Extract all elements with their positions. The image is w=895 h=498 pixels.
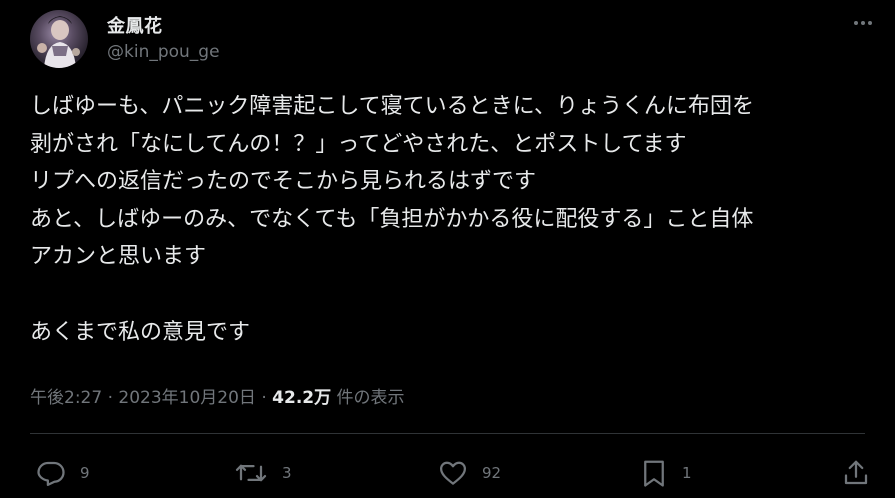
tweet-text-line: しばゆーも、パニック障害起こして寝ているときに、りょうくんに布団を bbox=[30, 94, 755, 119]
tweet-date[interactable]: 2023年10月20日 bbox=[118, 388, 256, 408]
views-count: 42.2万 bbox=[272, 388, 332, 408]
tweet-text: しばゆーも、パニック障害起こして寝ているときに、りょうくんに布団を 剥がされ「な… bbox=[30, 88, 880, 351]
tweet-text-line: 剥がされ「なにしてんの！？」ってどやされた、とポストしてます bbox=[30, 131, 687, 157]
reply-icon bbox=[37, 461, 65, 486]
avatar[interactable] bbox=[30, 10, 88, 68]
repost-icon bbox=[235, 464, 267, 482]
share-button[interactable] bbox=[842, 458, 870, 488]
tweet-text-line: アカンと思います bbox=[30, 244, 207, 270]
views-label: 件の表示 bbox=[336, 388, 405, 408]
tweet-time[interactable]: 午後2:27 bbox=[30, 388, 102, 408]
tweet-text-line: リプへの返信だったのでそこから見られるはずです bbox=[30, 169, 537, 195]
tweet-text-line: あと、しばゆーのみ、でなくても「負担がかかる役に配役する」こと自体 bbox=[30, 206, 754, 232]
like-button[interactable]: 92 bbox=[438, 458, 501, 488]
author-display-name[interactable]: 金鳳花 bbox=[107, 12, 163, 38]
meta-separator: · bbox=[261, 388, 267, 408]
reply-button[interactable]: 9 bbox=[36, 458, 90, 488]
like-count: 92 bbox=[482, 464, 502, 482]
heart-icon bbox=[440, 461, 466, 485]
more-horizontal-icon bbox=[854, 21, 872, 25]
bookmark-button[interactable]: 1 bbox=[640, 458, 692, 488]
repost-count: 3 bbox=[282, 464, 292, 482]
divider bbox=[30, 433, 865, 434]
author-handle[interactable]: @kin_pou_ge bbox=[107, 42, 220, 62]
bookmark-count: 1 bbox=[682, 464, 692, 482]
tweet-text-line: あくまで私の意見です bbox=[30, 319, 251, 345]
avatar-image bbox=[37, 16, 80, 68]
more-options-button[interactable] bbox=[849, 14, 877, 32]
meta-separator: · bbox=[107, 388, 113, 408]
tweet-text-line bbox=[30, 276, 880, 314]
tweet-meta: 午後2:27 · 2023年10月20日 · 42.2万 件の表示 bbox=[30, 383, 405, 408]
repost-button[interactable]: 3 bbox=[234, 458, 292, 488]
reply-count: 9 bbox=[80, 464, 90, 482]
bookmark-icon bbox=[644, 460, 664, 487]
share-icon bbox=[844, 460, 868, 485]
